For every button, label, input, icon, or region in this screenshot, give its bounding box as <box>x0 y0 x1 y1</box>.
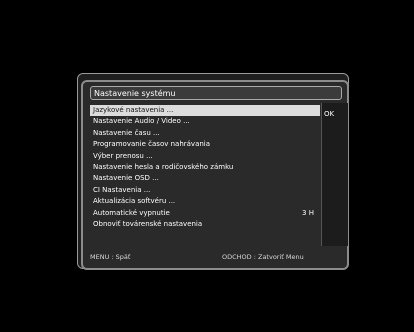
menu-item-label: Výber prenosu ... <box>93 151 153 160</box>
menu-item-factory-reset[interactable]: Obnoviť továrenské nastavenia <box>90 219 320 230</box>
menu-item-language[interactable]: Jazykové nastavenia ... <box>90 105 320 117</box>
dialog-title: Nastavenie systému <box>90 86 342 100</box>
system-settings-dialog: Nastavenie systému Jazykové nastavenia .… <box>81 80 349 270</box>
menu-back-hint: MENU : Späť <box>90 253 131 261</box>
ok-hint: OK <box>324 110 335 118</box>
menu-item-label: Automatické vypnutie <box>93 208 170 217</box>
tv-screen: Nastavenie systému Jazykové nastavenia .… <box>0 0 414 332</box>
menu-item-label: Nastavenie hesla a rodičovského zámku <box>93 162 234 171</box>
menu-item-software-update[interactable]: Aktualizácia softvéru ... <box>90 196 320 207</box>
menu-item-label: Obnoviť továrenské nastavenia <box>93 219 203 228</box>
menu-item-transmission[interactable]: Výber prenosu ... <box>90 151 320 162</box>
menu-item-label: Nastavenie času ... <box>93 128 160 137</box>
menu-item-label: Nastavenie Audio / Video ... <box>93 117 190 126</box>
menu-item-ci[interactable]: CI Nastavenia ... <box>90 185 320 196</box>
menu-item-password-parental-lock[interactable]: Nastavenie hesla a rodičovského zámku <box>90 162 320 173</box>
menu-item-osd[interactable]: Nastavenie OSD ... <box>90 173 320 184</box>
menu-item-label: Nastavenie OSD ... <box>93 174 159 183</box>
menu-item-value: 3 H <box>302 208 314 217</box>
menu-item-recording-timers[interactable]: Programovanie časov nahrávania <box>90 139 320 150</box>
action-side-panel: OK <box>321 103 348 246</box>
menu-item-label: Aktualizácia softvéru ... <box>93 197 176 206</box>
menu-item-time[interactable]: Nastavenie času ... <box>90 128 320 139</box>
menu-item-label: Jazykové nastavenia ... <box>93 106 174 114</box>
menu-item-label: CI Nastavenia ... <box>93 185 151 194</box>
dialog-footer: MENU : Späť ODCHOD : Zatvoriť Menu <box>86 250 344 264</box>
menu-item-label: Programovanie časov nahrávania <box>93 140 211 149</box>
menu-item-auto-standby[interactable]: Automatické vypnutie 3 H <box>90 208 320 219</box>
settings-menu: Jazykové nastavenia ... Nastavenie Audio… <box>90 105 320 230</box>
menu-item-audio-video[interactable]: Nastavenie Audio / Video ... <box>90 116 320 127</box>
exit-close-hint: ODCHOD : Zatvoriť Menu <box>222 253 304 261</box>
